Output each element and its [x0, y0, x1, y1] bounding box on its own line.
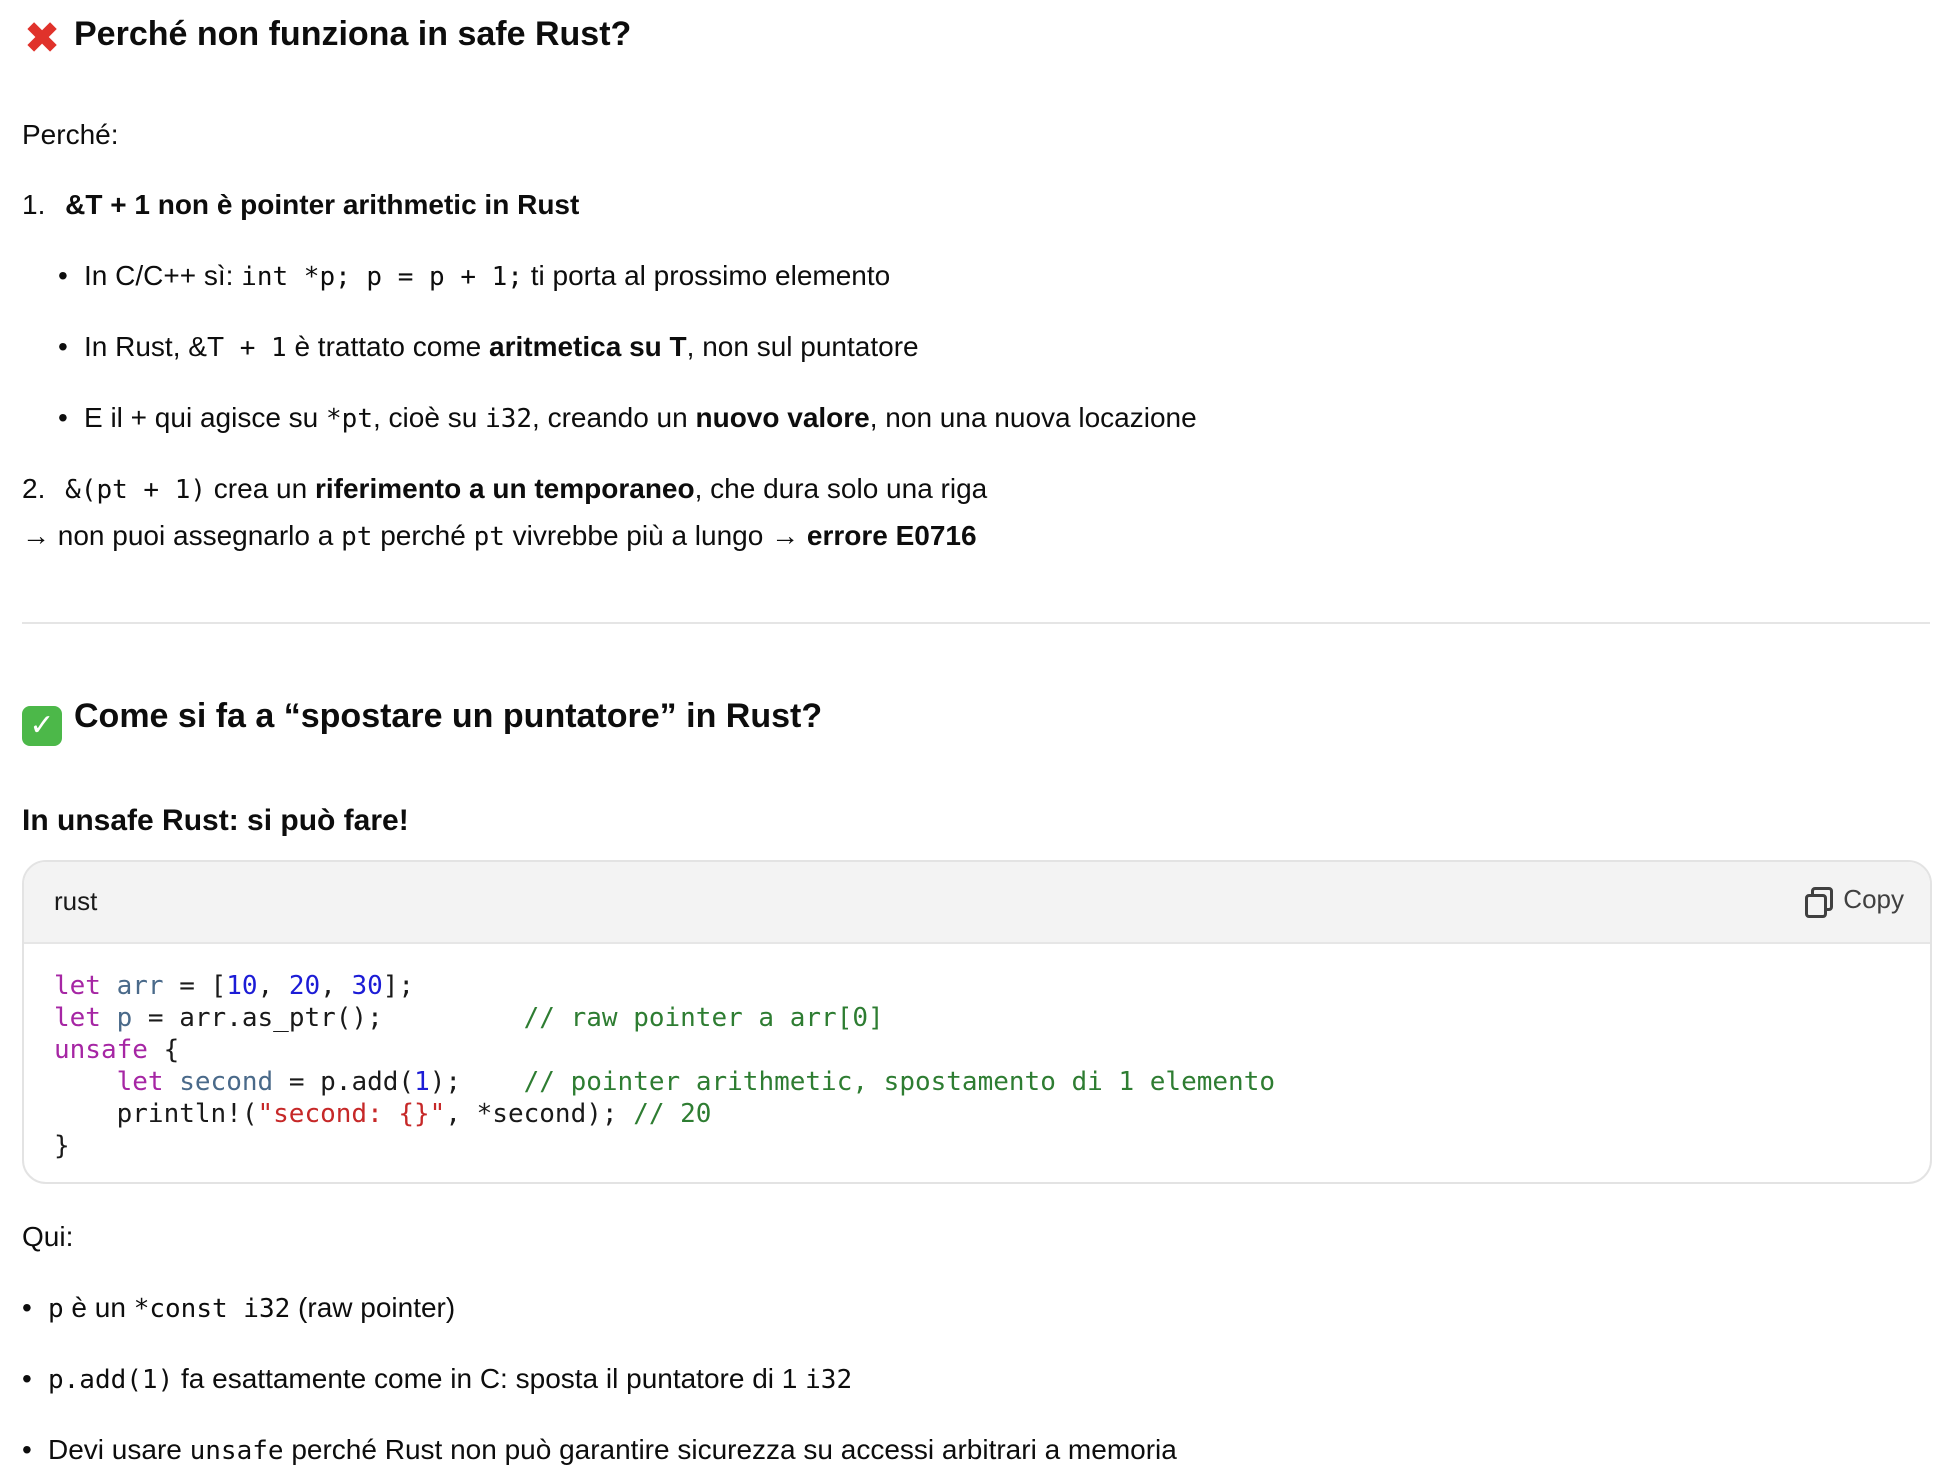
list-number: 1.: [22, 189, 46, 220]
chat-response: ✖ Perché non funziona in safe Rust? Perch…: [0, 0, 1946, 1480]
subheading: In unsafe Rust: si può fare!: [22, 804, 409, 837]
bullet-item: • p.add(1) fa esattamente come in C: spos…: [22, 1358, 852, 1400]
copy-icon: [1803, 885, 1834, 918]
cross-mark-icon: ✖: [23, 14, 61, 63]
code-block-header: rust Copy: [24, 862, 1930, 944]
code-line: let second = p.add(1); // pointer arithm…: [116, 1067, 1275, 1097]
inline-code: *const i32: [133, 1294, 291, 1324]
inline-code: + 1: [224, 333, 287, 363]
sub-bullet: • In C/C++ sì: int *p; p = p + 1; ti port…: [58, 255, 890, 297]
bullet-dot: •: [22, 1292, 32, 1323]
list-item-2-continuation: → non puoi assegnarlo a pt perché pt viv…: [22, 520, 977, 552]
copy-label: Copy: [1843, 884, 1904, 914]
copy-button[interactable]: Copy: [1803, 880, 1904, 919]
section-heading-how-to: ✓ Come si fa a “spostare un puntatore” in…: [22, 696, 822, 746]
code-language-label: rust: [54, 886, 98, 916]
bullet-item: • p è un *const i32 (raw pointer): [22, 1287, 455, 1329]
bullet-dot: •: [58, 402, 68, 433]
list-item-title: &T + 1 non è pointer arithmetic in Rust: [65, 189, 580, 220]
code-content[interactable]: let arr = [10, 20, 30]; let p = arr.as_pt…: [24, 944, 1930, 1162]
code-line: }: [54, 1131, 70, 1161]
qui-text: Qui:: [22, 1221, 74, 1252]
bullet-dot: •: [22, 1363, 32, 1394]
inline-code: p.add(1): [48, 1365, 174, 1395]
intro-text: Perché:: [22, 119, 119, 150]
code-line: let p = arr.as_ptr(); // raw pointer a a…: [54, 1003, 884, 1033]
code-line: println!("second: {}", *second); // 20: [54, 1099, 712, 1129]
check-mark-icon: ✓: [22, 706, 62, 746]
inline-code: i32: [805, 1365, 853, 1395]
sub-bullet: • E il + qui agisce su *pt, cioè su i32, …: [58, 397, 1197, 439]
inline-code: pt: [341, 522, 373, 552]
inline-code: int *p; p = p + 1;: [241, 262, 523, 292]
bullet-item: • Devi usare unsafe perché Rust non può g…: [22, 1429, 1177, 1471]
code-block: rust Copy let arr = [10, 20, 30]; let p =…: [22, 860, 1932, 1184]
inline-code: i32: [485, 404, 533, 434]
list-item-1: 1. &T + 1 non è pointer arithmetic in Ru…: [22, 184, 579, 226]
inline-code: p: [48, 1294, 64, 1324]
code-line: let arr = [10, 20, 30];: [54, 971, 415, 1001]
inline-code: unsafe: [189, 1436, 284, 1466]
list-item-2: 2. &(pt + 1) crea un riferimento a un te…: [22, 473, 988, 505]
code-line: unsafe {: [54, 1035, 180, 1065]
inline-code: pt: [473, 522, 505, 552]
bullet-dot: •: [58, 260, 68, 291]
horizontal-divider: [22, 622, 1930, 624]
section-heading-why-not: ✖ Perché non funziona in safe Rust?: [23, 14, 632, 63]
sub-bullet: • In Rust, &T + 1 è trattato come aritmet…: [58, 326, 919, 368]
inline-code: *pt: [326, 404, 373, 434]
bullet-dot: •: [22, 1434, 32, 1465]
bullet-dot: •: [58, 331, 68, 362]
list-number: 2.: [22, 473, 46, 504]
inline-code: &(pt + 1): [65, 475, 207, 505]
